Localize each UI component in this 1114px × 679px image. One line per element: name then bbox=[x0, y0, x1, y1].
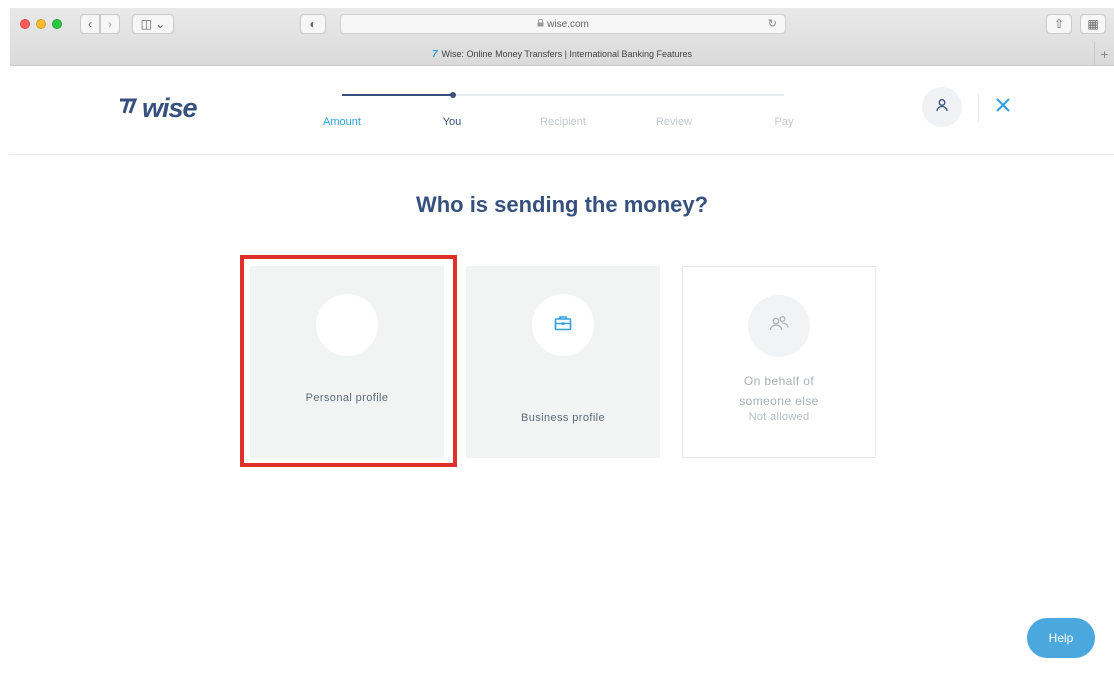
share-button[interactable]: ⇧ bbox=[1046, 14, 1072, 34]
stepper-track bbox=[342, 92, 784, 98]
browser-tab[interactable]: 7 Wise: Online Money Transfers | Interna… bbox=[10, 42, 1114, 66]
progress-stepper: Amount You Recipient Review Pay bbox=[310, 90, 800, 140]
step-review: Review bbox=[655, 116, 693, 128]
briefcase-icon bbox=[554, 315, 572, 336]
annotation-highlight-box bbox=[240, 255, 457, 467]
step-pay: Pay bbox=[774, 116, 794, 128]
page-title: Who is sending the money? bbox=[415, 192, 709, 217]
on-behalf-label-line2: someone else bbox=[739, 394, 819, 408]
header-divider bbox=[978, 94, 979, 122]
chevron-left-icon: ‹ bbox=[88, 17, 92, 31]
forward-button[interactable]: › bbox=[100, 14, 120, 34]
new-tab-button[interactable]: + bbox=[1094, 42, 1114, 66]
wise-flag-icon bbox=[118, 97, 138, 120]
reload-icon[interactable]: ↻ bbox=[768, 17, 777, 30]
wise-logo[interactable]: wise bbox=[118, 93, 198, 124]
business-profile-label: Business profile bbox=[520, 412, 606, 424]
on-behalf-icon-circle bbox=[748, 295, 810, 357]
shield-icon: ◐ bbox=[309, 17, 317, 31]
help-label: Help bbox=[1048, 631, 1074, 645]
stepper-current-dot bbox=[450, 92, 456, 98]
page-content: wise Amount You Recipient Review Pay Who… bbox=[10, 66, 1114, 679]
on-behalf-label-line1: On behalf of bbox=[743, 374, 815, 388]
address-bar[interactable]: wise.com ↻ bbox=[340, 14, 786, 34]
fullscreen-window-button[interactable] bbox=[52, 19, 62, 29]
browser-chrome: ‹ › ◫ ⌄ ◐ wise.com ↻ ⇧ ▦ 7 Wise: Online … bbox=[10, 8, 1114, 66]
on-behalf-label: On behalf of someone else bbox=[739, 371, 819, 411]
plus-icon: + bbox=[1100, 46, 1109, 62]
tab-overview-button[interactable]: ▦ bbox=[1080, 14, 1106, 34]
minimize-window-button[interactable] bbox=[36, 19, 46, 29]
url-text: wise.com bbox=[547, 18, 589, 30]
business-profile-card[interactable]: Business profile bbox=[466, 266, 660, 458]
close-icon bbox=[995, 97, 1011, 118]
stepper-progress-fill bbox=[342, 94, 453, 96]
account-button[interactable] bbox=[922, 87, 962, 127]
close-flow-button[interactable] bbox=[992, 96, 1014, 118]
person-icon bbox=[935, 98, 949, 117]
sidebar-icon: ◫ ⌄ bbox=[140, 17, 166, 31]
lock-icon bbox=[537, 18, 544, 29]
sidebar-toggle-button[interactable]: ◫ ⌄ bbox=[132, 14, 174, 34]
tab-title: Wise: Online Money Transfers | Internati… bbox=[441, 49, 693, 59]
step-you: You bbox=[442, 116, 462, 128]
users-icon bbox=[768, 315, 790, 338]
help-button[interactable]: Help bbox=[1027, 618, 1095, 658]
tabs-grid-icon: ▦ bbox=[1087, 17, 1099, 31]
back-button[interactable]: ‹ bbox=[80, 14, 100, 34]
step-recipient: Recipient bbox=[540, 116, 586, 128]
business-profile-icon-circle bbox=[532, 294, 594, 356]
privacy-report-button[interactable]: ◐ bbox=[300, 14, 326, 34]
chevron-right-icon: › bbox=[108, 17, 112, 31]
flow-header: wise Amount You Recipient Review Pay bbox=[10, 66, 1114, 155]
not-allowed-note: Not allowed bbox=[748, 411, 810, 423]
logo-text: wise bbox=[142, 93, 198, 123]
wise-favicon-icon: 7 bbox=[431, 48, 438, 60]
close-window-button[interactable] bbox=[20, 19, 30, 29]
step-amount[interactable]: Amount bbox=[323, 116, 361, 128]
share-icon: ⇧ bbox=[1053, 17, 1065, 31]
on-behalf-card: On behalf of someone else Not allowed bbox=[682, 266, 876, 458]
